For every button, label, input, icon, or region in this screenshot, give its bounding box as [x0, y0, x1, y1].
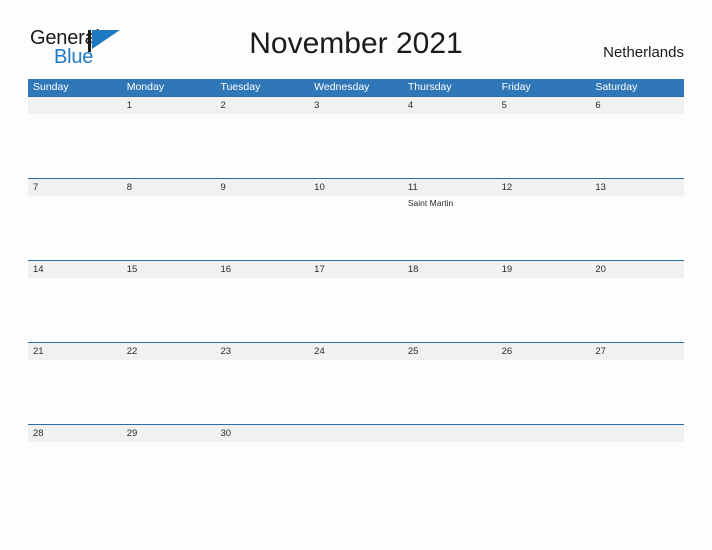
day-cell-28[interactable]: [28, 442, 122, 506]
day-cell-11[interactable]: Saint Martin: [403, 196, 497, 260]
day-number-8[interactable]: 8: [122, 179, 216, 196]
day-cell-14[interactable]: [28, 278, 122, 342]
day-cell-26[interactable]: [497, 360, 591, 424]
day-number-7[interactable]: 7: [28, 179, 122, 196]
day-cell-8[interactable]: [122, 196, 216, 260]
day-number-empty: [497, 425, 591, 442]
day-cell-17[interactable]: [309, 278, 403, 342]
day-cell-20[interactable]: [590, 278, 684, 342]
calendar-week-row: 7 8 9 10 11 12 13 Saint Martin: [28, 178, 684, 260]
day-number-empty: [309, 425, 403, 442]
day-cell-10[interactable]: [309, 196, 403, 260]
day-number-6[interactable]: 6: [590, 97, 684, 114]
day-number-4[interactable]: 4: [403, 97, 497, 114]
page-header: General Blue November 2021 Netherlands: [0, 0, 712, 68]
day-number-30[interactable]: 30: [215, 425, 309, 442]
week-date-band: 123456: [28, 96, 684, 114]
day-number-16[interactable]: 16: [215, 261, 309, 278]
day-number-9[interactable]: 9: [215, 179, 309, 196]
week-date-band: 28 29 30: [28, 424, 684, 442]
day-cell-1[interactable]: [122, 114, 216, 178]
weekday-header-thursday: Thursday: [407, 81, 452, 93]
week-event-band: [28, 442, 684, 506]
day-number-24[interactable]: 24: [309, 343, 403, 360]
day-number-3[interactable]: 3: [309, 97, 403, 114]
day-number-22[interactable]: 22: [122, 343, 216, 360]
day-number-21[interactable]: 21: [28, 343, 122, 360]
calendar-page: General Blue November 2021 Netherlands S…: [0, 0, 712, 550]
weekday-header-sunday: Sunday: [33, 81, 69, 93]
day-number-28[interactable]: 28: [28, 425, 122, 442]
day-number-12[interactable]: 12: [497, 179, 591, 196]
day-cell-5[interactable]: [497, 114, 591, 178]
day-cell-13[interactable]: [590, 196, 684, 260]
day-cell-21[interactable]: [28, 360, 122, 424]
day-cell-24[interactable]: [309, 360, 403, 424]
day-number-2[interactable]: 2: [215, 97, 309, 114]
day-number-1[interactable]: 1: [122, 97, 216, 114]
day-number-empty: [590, 425, 684, 442]
day-number-20[interactable]: 20: [590, 261, 684, 278]
day-cell-22[interactable]: [122, 360, 216, 424]
day-number-27[interactable]: 27: [590, 343, 684, 360]
country-label: Netherlands: [603, 44, 684, 61]
week-event-band: [28, 278, 684, 342]
day-cell-2[interactable]: [215, 114, 309, 178]
day-cell-empty: [497, 442, 591, 506]
day-number-29[interactable]: 29: [122, 425, 216, 442]
day-cell-19[interactable]: [497, 278, 591, 342]
day-cell-empty: [590, 442, 684, 506]
day-cell-25[interactable]: [403, 360, 497, 424]
calendar-week-row: 14 15 16 17 18 19 20: [28, 260, 684, 342]
day-number-15[interactable]: 15: [122, 261, 216, 278]
day-cell-30[interactable]: [215, 442, 309, 506]
day-cell-29[interactable]: [122, 442, 216, 506]
day-cell-9[interactable]: [215, 196, 309, 260]
holiday-label: Saint Martin: [407, 198, 454, 208]
calendar-weeks: 1 2 3 4 5 6 7 8 9 10 11 12 13 Saint Martin 14 15 16 17 18 1…: [28, 96, 684, 506]
day-number-empty: [28, 97, 122, 114]
weekday-header-wednesday: Wednesday: [314, 81, 370, 93]
day-number-18[interactable]: 18: [403, 261, 497, 278]
day-cell-empty: [403, 442, 497, 506]
day-cell-27[interactable]: [590, 360, 684, 424]
day-number-11[interactable]: 11: [403, 179, 497, 196]
calendar-week-row: 21 22 23 24 25 26 27: [28, 342, 684, 424]
week-date-band: 7 8 9 10 11 12 13: [28, 178, 684, 196]
day-number-26[interactable]: 26: [497, 343, 591, 360]
weekday-header-saturday: Saturday: [595, 81, 638, 93]
calendar-week-row: 123456: [28, 96, 684, 178]
day-cell-7[interactable]: [28, 196, 122, 260]
day-number-14[interactable]: 14: [28, 261, 122, 278]
weekday-header-tuesday: Tuesday: [220, 81, 261, 93]
day-cell-16[interactable]: [215, 278, 309, 342]
day-cell-15[interactable]: [122, 278, 216, 342]
day-number-10[interactable]: 10: [309, 179, 403, 196]
day-number-19[interactable]: 19: [497, 261, 591, 278]
day-cell-6[interactable]: [590, 114, 684, 178]
day-cell-18[interactable]: [403, 278, 497, 342]
day-cell-empty: [28, 114, 122, 178]
day-number-empty: [403, 425, 497, 442]
day-number-13[interactable]: 13: [590, 179, 684, 196]
week-event-band: Saint Martin: [28, 196, 684, 260]
day-cell-empty: [309, 442, 403, 506]
day-number-23[interactable]: 23: [215, 343, 309, 360]
weekday-header-friday: Friday: [501, 81, 531, 93]
day-number-25[interactable]: 25: [403, 343, 497, 360]
day-number-17[interactable]: 17: [309, 261, 403, 278]
day-number-5[interactable]: 5: [497, 97, 591, 114]
day-cell-4[interactable]: [403, 114, 497, 178]
week-event-band: [28, 360, 684, 424]
calendar-week-row: 28 29 30: [28, 424, 684, 506]
day-cell-23[interactable]: [215, 360, 309, 424]
week-date-band: 14 15 16 17 18 19 20: [28, 260, 684, 278]
weekday-header-row: Sunday Monday Tuesday Wednesday Thursday Frid…: [28, 79, 684, 96]
day-cell-12[interactable]: [497, 196, 591, 260]
week-event-band: [28, 114, 684, 178]
calendar-grid: Sunday Monday Tuesday Wednesday Thursday Frid…: [28, 79, 684, 506]
weekday-header-monday: Monday: [126, 81, 165, 93]
day-cell-3[interactable]: [309, 114, 403, 178]
week-date-band: 21 22 23 24 25 26 27: [28, 342, 684, 360]
